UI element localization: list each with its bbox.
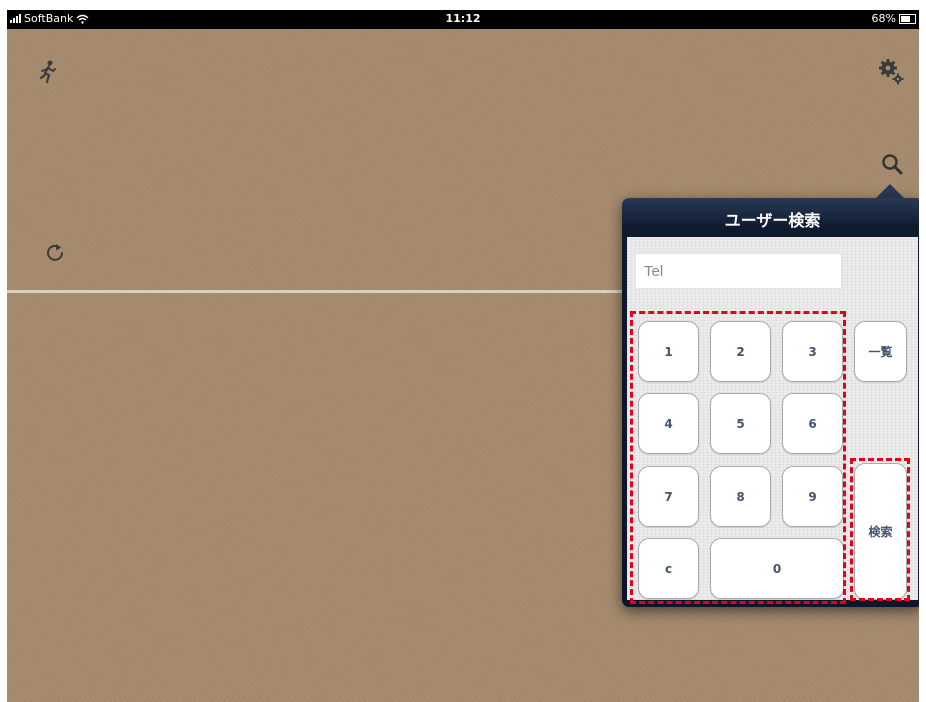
divider-line [7, 290, 627, 293]
popover-title: ユーザー検索 [724, 211, 821, 230]
user-search-popover: ユーザー検索 1 2 3 4 5 6 7 8 9 c 0 一覧 検索 [622, 198, 919, 607]
key-2[interactable]: 2 [710, 321, 771, 382]
key-8[interactable]: 8 [710, 466, 771, 527]
clock: 11:12 [445, 12, 481, 25]
key-9[interactable]: 9 [782, 466, 843, 527]
popover-arrow [875, 184, 905, 199]
refresh-icon [47, 244, 63, 261]
settings-button[interactable] [874, 55, 908, 89]
key-1[interactable]: 1 [638, 321, 699, 382]
key-clear[interactable]: c [638, 538, 699, 599]
key-6[interactable]: 6 [782, 393, 843, 454]
tel-input[interactable] [635, 253, 842, 289]
search-submit-button[interactable]: 検索 [854, 463, 907, 600]
app-screen: SoftBank 11:12 68% ユーザー検索 Tel 1 2 3 4 5 … [7, 10, 919, 702]
search-button[interactable] [875, 147, 909, 181]
key-7[interactable]: 7 [638, 466, 699, 527]
key-3[interactable]: 3 [782, 321, 843, 382]
refresh-button[interactable] [39, 235, 73, 269]
runner-icon [39, 60, 56, 84]
gear-icon [879, 59, 904, 85]
runner-button[interactable] [31, 55, 65, 89]
battery-icon [899, 13, 916, 24]
list-button[interactable]: 一覧 [854, 321, 907, 382]
status-bar: SoftBank 11:12 68% [7, 10, 919, 29]
key-0[interactable]: 0 [710, 538, 844, 599]
key-5[interactable]: 5 [710, 393, 771, 454]
search-icon [882, 154, 903, 175]
battery-percent: 68% [871, 12, 896, 25]
battery-indicator: 68% [872, 12, 916, 25]
key-4[interactable]: 4 [638, 393, 699, 454]
popover-body: 1 2 3 4 5 6 7 8 9 c 0 一覧 検索 [627, 237, 918, 604]
